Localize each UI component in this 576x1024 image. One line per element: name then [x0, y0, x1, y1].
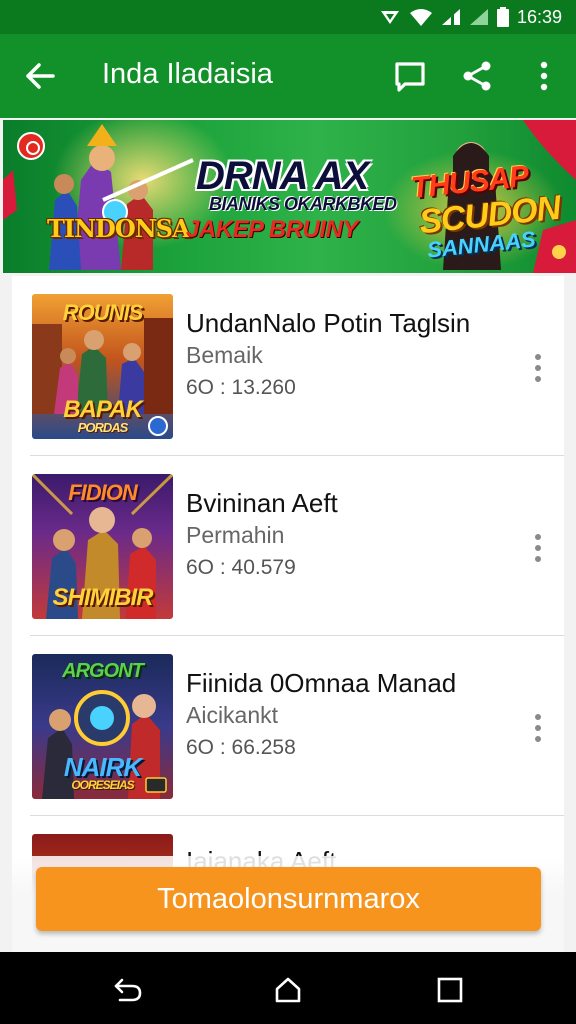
battery-icon: [496, 7, 509, 27]
share-icon: [463, 61, 491, 91]
nav-recents-icon: [437, 977, 463, 1003]
game-list: ROUNIS BAPAK PORDAS UndanNalo Potin Tagl…: [12, 276, 564, 952]
thumbnail-tagline: OORESEIAS: [71, 778, 134, 792]
item-meta: 6O : 66.258: [186, 736, 296, 759]
wifi-icon: [409, 9, 432, 26]
banner-tagline: JAKEP BRUINY: [186, 216, 358, 243]
bottom-action-area: Tomaolonsurnmarox: [12, 856, 564, 952]
signal-icon: [380, 11, 399, 24]
back-button[interactable]: [20, 56, 60, 96]
promo-banner[interactable]: TINDONSA DRNA AX BIANIKS OKARKBKED JAKEP…: [3, 120, 576, 273]
banner-badge-icon: [17, 132, 45, 160]
primary-action-button[interactable]: Tomaolonsurnmarox: [36, 867, 541, 931]
nav-back-button[interactable]: [106, 968, 150, 1012]
thumbnail-title: ARGONT: [62, 660, 144, 682]
thumbnail-title: ROUNIS: [62, 300, 144, 325]
item-thumbnail: FIDION SHIMIBIR: [32, 474, 173, 619]
chat-button[interactable]: [388, 54, 432, 98]
nav-back-icon: [114, 978, 142, 1002]
item-title: UndanNalo Potin Taglsin: [186, 308, 471, 338]
thumbnail-tagline: PORDAS: [77, 420, 129, 435]
banner-headline: DRNA AX: [196, 154, 369, 198]
more-vert-icon: [540, 61, 548, 91]
item-meta: 6O : 13.260: [186, 376, 296, 399]
status-time: 16:39: [516, 6, 562, 27]
thumbnail-subtitle: SHIMIBIR: [52, 584, 154, 611]
item-thumbnail: ARGONT NAIRK OORESEIAS: [32, 654, 173, 799]
app-bar: Inda Iladaisia: [0, 34, 576, 118]
thumbnail-title: FIDION: [68, 480, 138, 505]
item-title: Fiinida 0Omnaa Manad: [186, 668, 457, 698]
nav-home-button[interactable]: [266, 968, 310, 1012]
item-thumbnail: ROUNIS BAPAK PORDAS: [32, 294, 173, 439]
status-icons: 16:39: [379, 6, 562, 28]
system-nav-bar: [0, 952, 576, 1024]
nav-home-icon: [275, 977, 301, 1003]
item-meta: 6O : 40.579: [186, 556, 296, 579]
item-more-button[interactable]: [522, 706, 554, 750]
more-options-button[interactable]: [522, 54, 566, 98]
cell-signal-empty-icon: [469, 9, 488, 25]
chat-icon: [395, 62, 425, 92]
back-arrow-icon: [26, 63, 55, 89]
more-vert-icon: [535, 714, 541, 742]
item-more-button[interactable]: [522, 526, 554, 570]
more-vert-icon: [535, 354, 541, 382]
banner-subline: BIANIKS OKARKBKED: [209, 194, 397, 214]
list-item[interactable]: ROUNIS BAPAK PORDAS UndanNalo Potin Tagl…: [12, 276, 564, 456]
nav-recents-button[interactable]: [428, 968, 472, 1012]
item-title: Bvininan Aeft: [186, 488, 338, 518]
list-item[interactable]: FIDION SHIMIBIR Bvininan Aeft Permahin 6…: [12, 456, 564, 636]
banner-logo: TINDONSA: [47, 214, 191, 243]
item-subtitle: Permahin: [186, 522, 285, 548]
item-subtitle: Bemaik: [186, 342, 263, 368]
list-item[interactable]: ARGONT NAIRK OORESEIAS Fiinida 0Omnaa Ma…: [12, 636, 564, 816]
status-bar: 16:39: [0, 0, 576, 34]
item-subtitle: Aicikankt: [186, 702, 279, 728]
page-title: Inda Iladaisia: [102, 58, 273, 90]
share-button[interactable]: [455, 54, 499, 98]
item-more-button[interactable]: [522, 346, 554, 390]
cell-signal-icon: [441, 9, 460, 25]
more-vert-icon: [535, 534, 541, 562]
